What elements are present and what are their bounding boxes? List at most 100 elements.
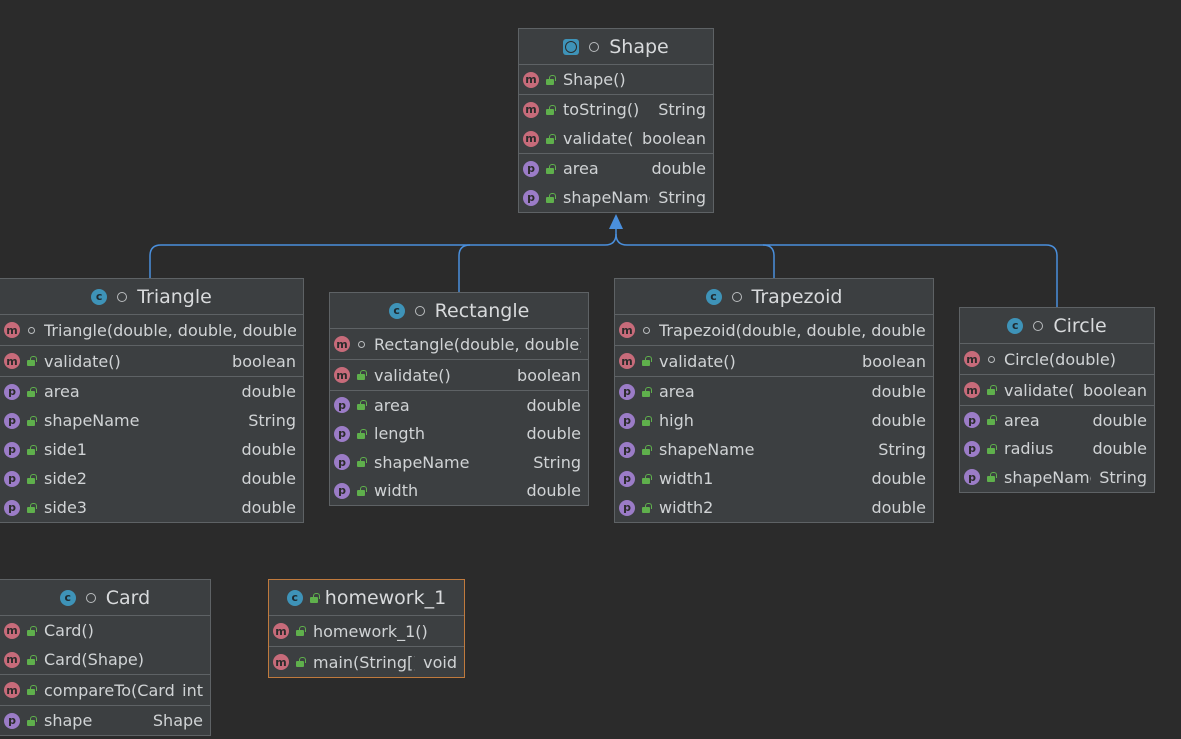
field-row[interactable]: p area double xyxy=(0,377,303,406)
field-row[interactable]: p length double xyxy=(330,420,588,449)
method-row[interactable]: m validate() boolean xyxy=(615,346,933,376)
edge-rectangle-shape xyxy=(458,244,471,292)
member-type: String xyxy=(658,188,706,207)
field-row[interactable]: p side2 double xyxy=(0,464,303,493)
fields-section: p area double p high double p shapeName String p w… xyxy=(615,377,933,522)
method-row[interactable]: m validate() boolean xyxy=(330,360,588,390)
property-icon: p xyxy=(334,397,350,414)
field-row[interactable]: p radius double xyxy=(960,435,1154,464)
constructor-row[interactable]: m Shape() xyxy=(519,65,713,94)
member-type: double xyxy=(1092,410,1147,430)
field-row[interactable]: p width1 double xyxy=(615,464,933,493)
member-type: double xyxy=(871,498,926,517)
member-type: String xyxy=(248,411,296,430)
member-name: shapeName xyxy=(659,440,755,459)
field-row[interactable]: p area double xyxy=(615,377,933,406)
public-lock-icon xyxy=(356,485,367,497)
class-shape[interactable]: Shape m Shape() m toString() String m validat… xyxy=(518,28,714,213)
field-row[interactable]: p shape Shape xyxy=(0,706,210,735)
method-row[interactable]: m validate() boolean xyxy=(960,375,1154,405)
member-type: String xyxy=(658,100,706,119)
property-icon: p xyxy=(523,189,539,206)
class-card[interactable]: c Card m Card() m Card(Shape) m compareTo(Ca… xyxy=(0,579,211,736)
public-lock-icon xyxy=(545,192,556,204)
field-row[interactable]: p shapeName String xyxy=(0,406,303,435)
package-private-icon xyxy=(26,324,36,336)
public-lock-icon xyxy=(986,471,997,483)
public-lock-icon xyxy=(545,104,556,116)
member-name: length xyxy=(374,424,425,444)
field-row[interactable]: p width double xyxy=(330,477,588,506)
member-name: area xyxy=(44,382,80,401)
constructor-row[interactable]: m Triangle(double, double, double) xyxy=(0,315,303,345)
constructor-row[interactable]: m Circle(double) xyxy=(960,344,1154,374)
public-lock-icon xyxy=(641,444,652,456)
constructor-row[interactable]: m Card(Shape) xyxy=(0,645,210,674)
member-name: shapeName xyxy=(1004,467,1092,487)
method-row[interactable]: m compareTo(Card) int xyxy=(0,675,210,705)
method-row[interactable]: m validate() boolean xyxy=(0,346,303,376)
field-row[interactable]: p high double xyxy=(615,406,933,435)
class-homework-1[interactable]: c homework_1 m homework_1() m main(String[… xyxy=(268,579,465,678)
method-row[interactable]: m main(String[]) void xyxy=(269,647,464,677)
constructors-section: m Triangle(double, double, double) xyxy=(0,315,303,346)
member-name: width1 xyxy=(659,469,714,488)
field-row[interactable]: p width2 double xyxy=(615,493,933,522)
constructor-row[interactable]: m Rectangle(double, double) xyxy=(330,329,588,359)
class-trapezoid[interactable]: c Trapezoid m Trapezoid(double, double, d… xyxy=(614,278,934,523)
class-name: Triangle xyxy=(137,285,212,308)
member-type: boolean xyxy=(517,365,581,385)
class-rectangle[interactable]: c Rectangle m Rectangle(double, double) m… xyxy=(329,292,589,506)
public-lock-icon xyxy=(545,133,556,145)
method-icon: m xyxy=(619,353,635,369)
property-icon: p xyxy=(619,470,635,487)
field-row[interactable]: p area double xyxy=(960,406,1154,435)
public-lock-icon xyxy=(26,684,37,696)
constructor-row[interactable]: m Card() xyxy=(0,616,210,645)
field-row[interactable]: p shapeName String xyxy=(615,435,933,464)
field-row[interactable]: p shapeName String xyxy=(960,463,1154,492)
package-private-icon xyxy=(356,338,366,350)
method-icon: m xyxy=(523,101,539,118)
member-type: double xyxy=(651,159,706,178)
public-lock-icon xyxy=(26,502,37,514)
field-row[interactable]: p area double xyxy=(519,154,713,183)
field-row[interactable]: p area double xyxy=(330,391,588,420)
public-lock-icon xyxy=(545,163,556,175)
public-lock-icon xyxy=(986,443,997,455)
field-row[interactable]: p shapeName String xyxy=(519,183,713,212)
member-type: Shape xyxy=(152,711,203,730)
public-lock-icon xyxy=(986,414,997,426)
method-icon: m xyxy=(334,367,350,383)
member-type: double xyxy=(871,411,926,430)
methods-section: m compareTo(Card) int xyxy=(0,675,210,706)
property-icon: p xyxy=(4,383,20,400)
class-circle[interactable]: c Circle m Circle(double) m validate() bool… xyxy=(959,307,1155,493)
property-icon: p xyxy=(4,441,20,458)
public-lock-icon xyxy=(545,74,556,86)
constructor-row[interactable]: m homework_1() xyxy=(269,616,464,646)
field-row[interactable]: p side3 double xyxy=(0,493,303,522)
member-name: side1 xyxy=(44,440,87,459)
member-type: double xyxy=(1092,439,1147,459)
field-row[interactable]: p shapeName String xyxy=(330,448,588,477)
public-lock-icon xyxy=(26,386,37,398)
public-lock-icon xyxy=(641,473,652,485)
member-name: validate() xyxy=(374,365,451,385)
class-triangle[interactable]: c Triangle m Triangle(double, double, dou… xyxy=(0,278,304,523)
member-type: double xyxy=(871,469,926,488)
constructor-row[interactable]: m Trapezoid(double, double, double) xyxy=(615,315,933,345)
method-row[interactable]: m validate() boolean xyxy=(519,124,713,153)
fields-section: p area double p shapeName String xyxy=(519,154,713,212)
class-icon: c xyxy=(91,288,108,305)
class-icon: c xyxy=(1007,317,1024,334)
method-icon: m xyxy=(273,654,289,670)
method-row[interactable]: m toString() String xyxy=(519,95,713,124)
public-lock-icon xyxy=(26,444,37,456)
field-row[interactable]: p side1 double xyxy=(0,435,303,464)
public-lock-icon xyxy=(26,654,37,666)
property-icon: p xyxy=(619,499,635,516)
member-type: String xyxy=(533,452,581,472)
fields-section: p area double p shapeName String p side1 double p… xyxy=(0,377,303,522)
class-header: c Circle xyxy=(960,308,1154,344)
